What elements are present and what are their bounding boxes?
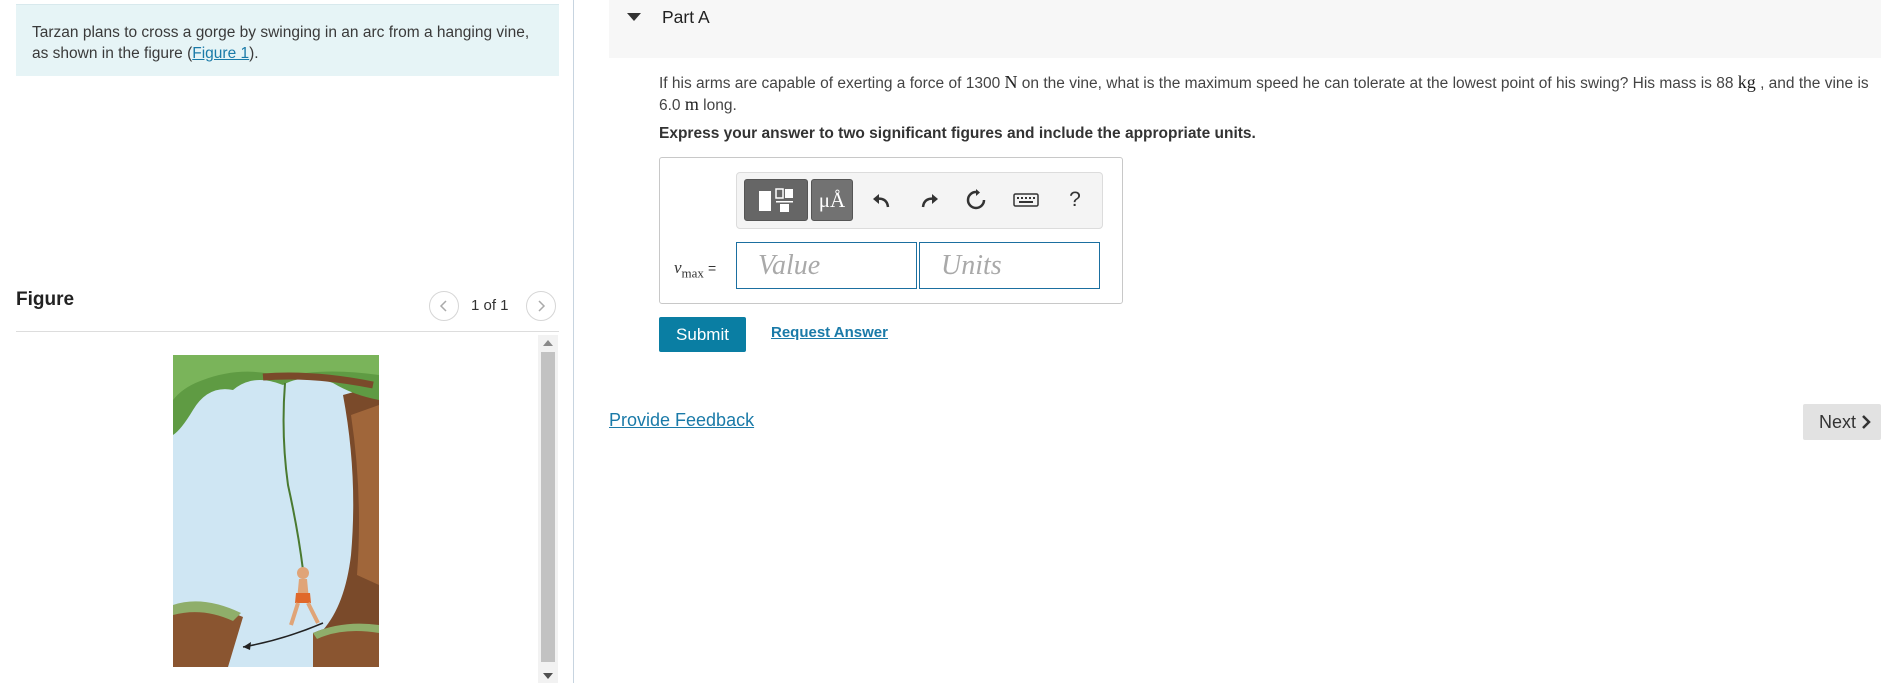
- math-toolbar: μÅ ?: [736, 172, 1103, 229]
- unit-kilogram: kg: [1737, 72, 1756, 92]
- tarzan-figure-image: [173, 355, 379, 667]
- right-pane: Part A If his arms are capable of exerti…: [575, 0, 1881, 683]
- variable-label: vmax =: [674, 258, 716, 281]
- figure-count: 1 of 1: [471, 297, 509, 314]
- part-header[interactable]: Part A: [609, 0, 1881, 58]
- caret-down-icon[interactable]: [627, 13, 641, 21]
- left-pane: Tarzan plans to cross a gorge by swingin…: [0, 0, 574, 683]
- undo-button[interactable]: [864, 179, 900, 221]
- undo-icon: [873, 194, 890, 208]
- chevron-left-icon: [439, 300, 447, 312]
- request-answer-link[interactable]: Request Answer: [771, 324, 888, 341]
- redo-button[interactable]: [911, 179, 947, 221]
- scroll-up-icon[interactable]: [543, 340, 553, 346]
- templates-icon: [759, 188, 793, 212]
- question-segment: long.: [698, 97, 737, 114]
- part-title: Part A: [662, 7, 710, 27]
- figure-link[interactable]: Figure 1: [192, 45, 249, 62]
- reset-button[interactable]: [958, 179, 994, 221]
- help-button[interactable]: ?: [1062, 179, 1088, 221]
- variable-symbol: v: [674, 258, 682, 277]
- answer-box: μÅ ? vmax = Value Units: [659, 157, 1123, 304]
- next-button[interactable]: Next: [1803, 404, 1881, 440]
- templates-button[interactable]: [744, 179, 808, 221]
- submit-button[interactable]: Submit: [659, 317, 746, 352]
- question-text: If his arms are capable of exerting a fo…: [659, 72, 1881, 116]
- figure-scrollbar[interactable]: [538, 335, 558, 683]
- chevron-right-icon: [538, 300, 546, 312]
- question-segment: If his arms are capable of exerting a fo…: [659, 75, 1005, 92]
- redo-icon: [921, 194, 938, 208]
- problem-intro: Tarzan plans to cross a gorge by swingin…: [16, 4, 559, 76]
- figure-title: Figure: [16, 289, 75, 310]
- units-button[interactable]: μÅ: [811, 179, 853, 221]
- keyboard-icon: [1013, 193, 1039, 207]
- keyboard-button[interactable]: [1008, 179, 1044, 221]
- equals-sign: =: [707, 260, 717, 276]
- next-label: Next: [1819, 411, 1857, 432]
- intro-text-end: ).: [249, 45, 259, 62]
- figure-prev-button[interactable]: [429, 291, 459, 321]
- value-input[interactable]: Value: [736, 242, 917, 289]
- chevron-right-icon: [1862, 415, 1871, 429]
- scroll-thumb[interactable]: [541, 352, 555, 662]
- provide-feedback-link[interactable]: Provide Feedback: [609, 410, 754, 431]
- scroll-down-icon[interactable]: [543, 673, 553, 679]
- variable-subscript: max: [681, 265, 704, 281]
- figure-next-button[interactable]: [526, 291, 556, 321]
- unit-meter: m: [684, 94, 699, 114]
- figure-header: Figure 1 of 1: [16, 285, 559, 332]
- units-input[interactable]: Units: [919, 242, 1100, 289]
- reset-icon: [966, 189, 986, 210]
- answer-instruction: Express your answer to two significant f…: [659, 125, 1256, 142]
- question-segment: on the vine, what is the maximum speed h…: [1017, 75, 1738, 92]
- intro-text: Tarzan plans to cross a gorge by swingin…: [32, 24, 530, 62]
- unit-newton: N: [1004, 72, 1018, 92]
